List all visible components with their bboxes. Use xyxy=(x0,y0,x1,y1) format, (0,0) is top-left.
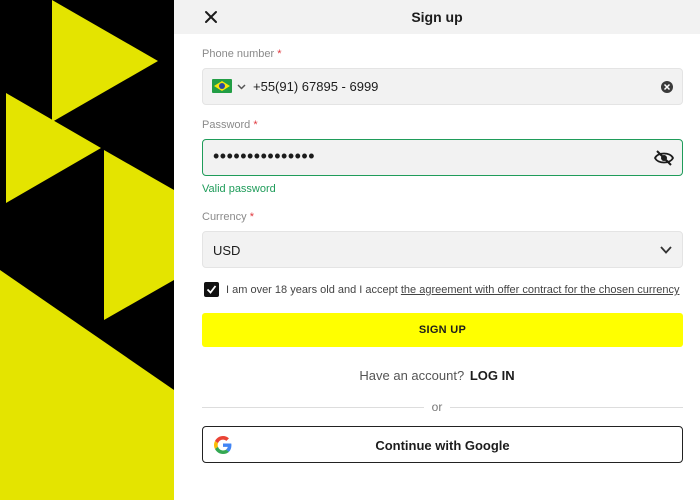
divider-right xyxy=(450,407,683,408)
clear-icon[interactable] xyxy=(660,80,674,94)
google-signin-button[interactable]: Continue with Google xyxy=(202,426,683,463)
phone-field[interactable] xyxy=(202,68,683,105)
signup-button[interactable]: SIGN UP xyxy=(202,313,683,347)
checkmark-icon xyxy=(206,285,217,294)
google-button-label: Continue with Google xyxy=(375,438,510,453)
password-valid-message: Valid password xyxy=(202,183,276,195)
currency-selected-value: USD xyxy=(213,243,241,258)
password-label: Password * xyxy=(202,119,258,131)
triangle-3 xyxy=(104,150,174,320)
triangle-1 xyxy=(52,0,158,122)
phone-input[interactable] xyxy=(253,79,633,94)
phone-label: Phone number * xyxy=(202,48,282,60)
eye-off-icon[interactable] xyxy=(654,149,674,167)
currency-label: Currency * xyxy=(202,211,254,223)
signup-panel: Sign up Phone number * Password * Valid … xyxy=(174,0,700,500)
triangle-4 xyxy=(0,270,174,500)
login-prompt: Have an account? LOG IN xyxy=(359,368,515,383)
password-input[interactable] xyxy=(213,146,633,167)
triangles-pattern xyxy=(0,0,174,500)
side-decoration xyxy=(0,0,174,500)
password-field[interactable] xyxy=(202,139,683,176)
chevron-down-icon xyxy=(660,246,672,254)
modal-title: Sign up xyxy=(411,9,463,25)
currency-select[interactable]: USD xyxy=(202,231,683,268)
terms-link[interactable]: the agreement with offer contract for th… xyxy=(401,284,680,296)
modal-header: Sign up xyxy=(174,0,700,34)
brazil-flag-icon[interactable] xyxy=(212,79,232,93)
terms-checkbox[interactable] xyxy=(204,282,219,297)
login-link[interactable]: LOG IN xyxy=(470,368,515,383)
terms-text: I am over 18 years old and I accept the … xyxy=(226,284,680,296)
chevron-down-icon[interactable] xyxy=(237,82,246,91)
